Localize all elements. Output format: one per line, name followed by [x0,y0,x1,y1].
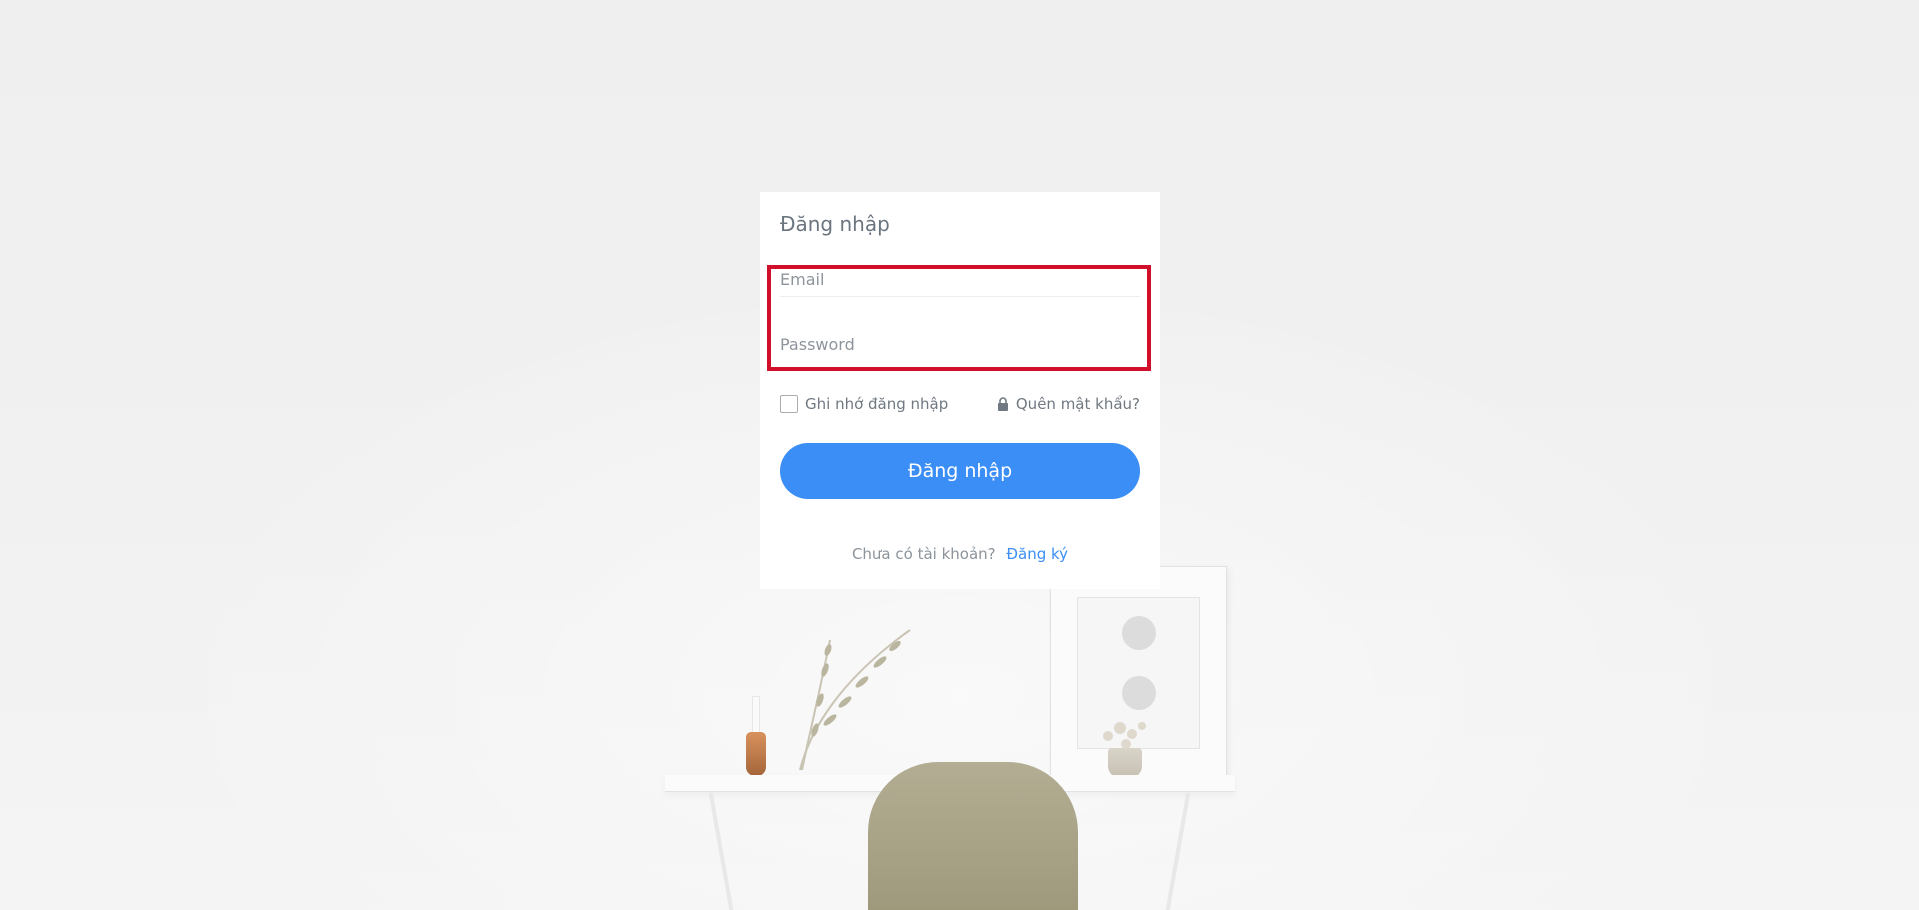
remember-me-checkbox[interactable] [780,395,798,413]
login-title: Đăng nhập [780,212,890,236]
lock-icon [997,397,1008,411]
signup-prompt: Chưa có tài khoản? [851,545,996,563]
forgot-password-label: Quên mật khẩu? [1015,395,1140,413]
remember-me-label: Ghi nhớ đăng nhập [805,395,949,413]
remember-me[interactable]: Ghi nhớ đăng nhập [780,395,948,413]
candle [752,696,760,734]
forgot-password-link[interactable]: Quên mật khẩu? [997,395,1140,413]
email-field [780,262,1140,297]
login-button[interactable]: Đăng nhập [780,443,1140,499]
password-field [780,327,1140,361]
chair [868,762,1078,910]
login-options-row: Ghi nhớ đăng nhập Quên mật khẩu? [780,392,1140,416]
flower-pot [1108,748,1142,778]
frame-art-circle [1122,676,1156,710]
signup-row: Chưa có tài khoản? Đăng ký [760,545,1160,563]
email-input[interactable] [780,262,1140,296]
frame-art-circle [1122,616,1156,650]
login-card: Đăng nhập Ghi nhớ đăng nhập Quên mật khẩ… [760,192,1160,589]
vase [746,732,766,776]
password-input[interactable] [780,327,1140,361]
plant-branch-decoration [799,629,911,771]
signup-link[interactable]: Đăng ký [1006,545,1068,563]
